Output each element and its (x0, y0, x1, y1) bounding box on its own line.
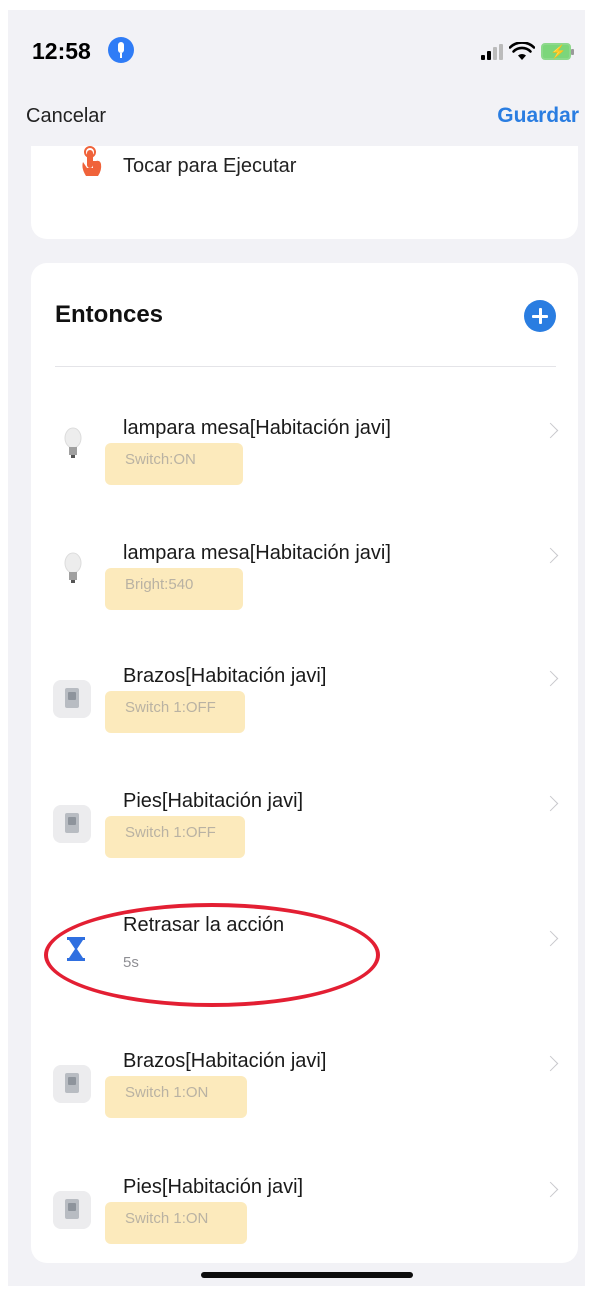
cancel-button[interactable]: Cancelar (26, 105, 106, 128)
smart-plug-icon (53, 1191, 91, 1229)
action-title: Brazos[Habitación javi] (123, 1050, 327, 1072)
save-button[interactable]: Guardar (497, 104, 579, 128)
cellular-signal-icon (481, 44, 503, 60)
action-title: lampara mesa[Habitación javi] (123, 417, 391, 439)
divider (55, 366, 556, 367)
chevron-right-icon (542, 1055, 559, 1072)
action-row[interactable]: lampara mesa[Habitación javi] Bright:540 (31, 542, 578, 652)
then-card: Entonces lampara mesa[Habitación javi] S… (31, 263, 578, 1263)
action-row[interactable]: lampara mesa[Habitación javi] Switch:ON (31, 417, 578, 527)
smart-plug-icon (53, 680, 91, 718)
trigger-card: Tocar para Ejecutar (31, 146, 578, 239)
action-row[interactable]: Pies[Habitación javi] Switch 1:ON (31, 1176, 578, 1286)
status-time: 12:58 (32, 38, 91, 64)
tap-hand-icon (82, 146, 102, 176)
bulb-icon (64, 552, 82, 583)
action-value: Switch 1:ON (125, 1084, 209, 1101)
trigger-label[interactable]: Tocar para Ejecutar (123, 155, 296, 178)
action-title: Pies[Habitación javi] (123, 790, 304, 812)
status-bar: 12:58 ⚡ (8, 10, 585, 90)
nav-bar: Cancelar Guardar (8, 90, 585, 150)
add-action-button[interactable] (524, 300, 556, 332)
chevron-right-icon (542, 930, 559, 947)
chevron-right-icon (542, 670, 559, 687)
chevron-right-icon (542, 547, 559, 564)
action-row[interactable]: Brazos[Habitación javi] Switch 1:OFF (31, 665, 578, 775)
chevron-right-icon (542, 795, 559, 812)
screen: 12:58 ⚡ Cancelar Guardar Tocar para Ejec… (8, 10, 585, 1286)
smart-plug-icon (53, 1065, 91, 1103)
annotation-ellipse (44, 903, 380, 1007)
action-title: lampara mesa[Habitación javi] (123, 542, 391, 564)
action-title: Brazos[Habitación javi] (123, 665, 327, 687)
action-value: Switch:ON (125, 451, 196, 468)
microphone-icon (108, 37, 134, 63)
smart-plug-icon (53, 805, 91, 843)
section-title: Entonces (55, 301, 164, 328)
bulb-icon (64, 427, 82, 458)
wifi-icon (509, 42, 535, 60)
action-value: Bright:540 (125, 576, 194, 593)
action-value: Switch 1:OFF (125, 824, 216, 841)
action-value: Switch 1:ON (125, 1210, 209, 1227)
battery-charging-icon: ⚡ (541, 43, 574, 60)
action-row[interactable]: Pies[Habitación javi] Switch 1:OFF (31, 790, 578, 900)
action-value: Switch 1:OFF (125, 699, 216, 716)
action-title: Pies[Habitación javi] (123, 1176, 304, 1198)
chevron-right-icon (542, 422, 559, 439)
action-row[interactable]: Brazos[Habitación javi] Switch 1:ON (31, 1050, 578, 1160)
home-indicator[interactable] (201, 1272, 413, 1278)
chevron-right-icon (542, 1181, 559, 1198)
